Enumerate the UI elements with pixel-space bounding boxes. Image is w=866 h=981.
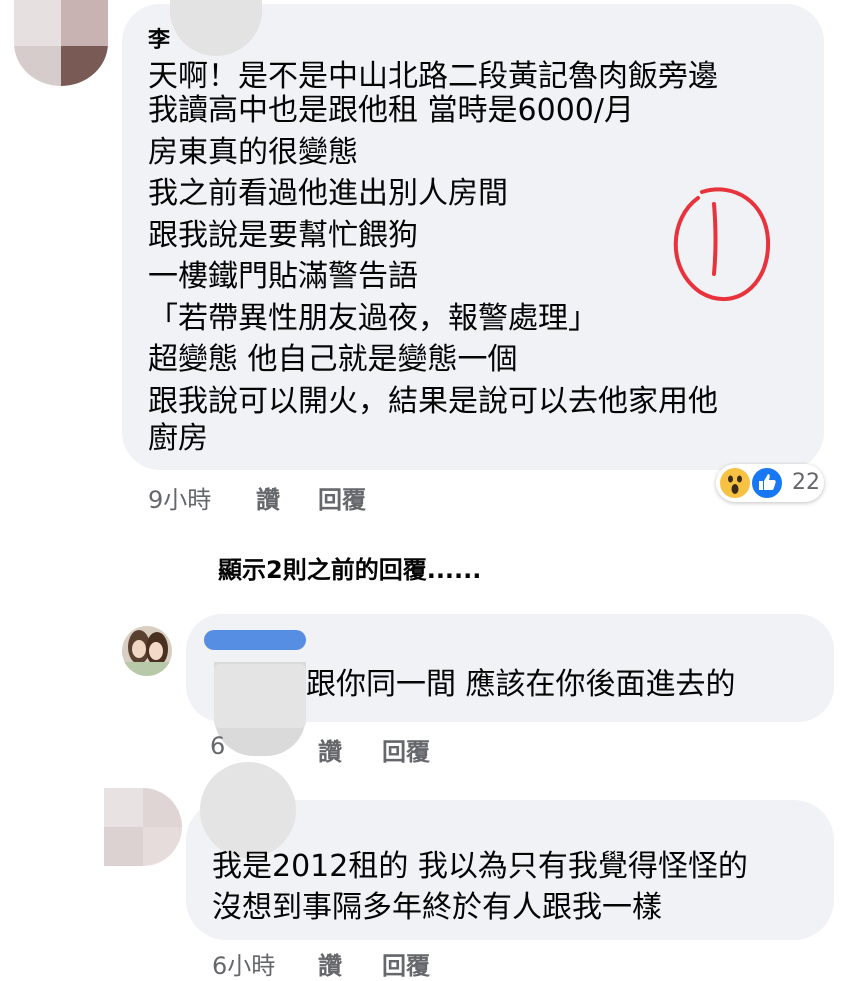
comment-line: 我讀高中也是跟他租 當時是6000/月: [148, 93, 634, 128]
name-blur-mask: [200, 762, 296, 858]
comment-line: 房東真的很變態: [148, 135, 358, 170]
reaction-summary[interactable]: 22: [716, 464, 824, 502]
commenter-avatar[interactable]: [14, 0, 108, 86]
comment-line: 廚房: [148, 421, 208, 456]
reply-avatar[interactable]: [122, 626, 172, 676]
reply-avatar[interactable]: [104, 788, 182, 866]
reply-text-line: 沒想到事隔多年終於有人跟我一樣: [212, 890, 662, 925]
reply-text-line: 我是2012租的 我以為只有我覺得怪怪的: [212, 849, 748, 884]
show-previous-replies-link[interactable]: 顯示2則之前的回覆......: [218, 550, 481, 585]
wow-icon: [718, 466, 752, 500]
reply-timestamp[interactable]: 6小時: [212, 946, 275, 981]
comment-timestamp[interactable]: 9小時: [148, 480, 211, 515]
commenter-name[interactable]: 李: [148, 22, 170, 54]
reply-text: 跟你同一間 應該在你後面進去的: [306, 667, 736, 702]
comment-line: 跟我說是要幫忙餵狗: [148, 218, 418, 253]
like-link[interactable]: 讚: [318, 946, 342, 981]
comment-line: 超變態 他自己就是變態一個: [148, 342, 518, 377]
comment-line: 一樓鐵門貼滿警告語: [148, 259, 418, 294]
like-link[interactable]: 讚: [318, 732, 342, 767]
reply-link[interactable]: 回覆: [382, 732, 430, 767]
comment-line: 我之前看過他進出別人房間: [148, 176, 508, 211]
like-link[interactable]: 讚: [256, 480, 280, 515]
text-blur-mask: [214, 664, 306, 728]
red-circle-annotation: [673, 187, 771, 302]
reply-name-blur[interactable]: [204, 630, 306, 650]
reply-link[interactable]: 回覆: [318, 480, 366, 515]
comment-line: 「若帶異性朋友過夜，報警處理」: [148, 301, 598, 336]
like-icon: [750, 466, 784, 500]
reply-timestamp[interactable]: 6: [210, 732, 225, 760]
reaction-count: 22: [792, 470, 820, 495]
reply-link[interactable]: 回覆: [382, 946, 430, 981]
comment-line: 跟我說可以開火，結果是說可以去他家用他: [148, 384, 718, 419]
